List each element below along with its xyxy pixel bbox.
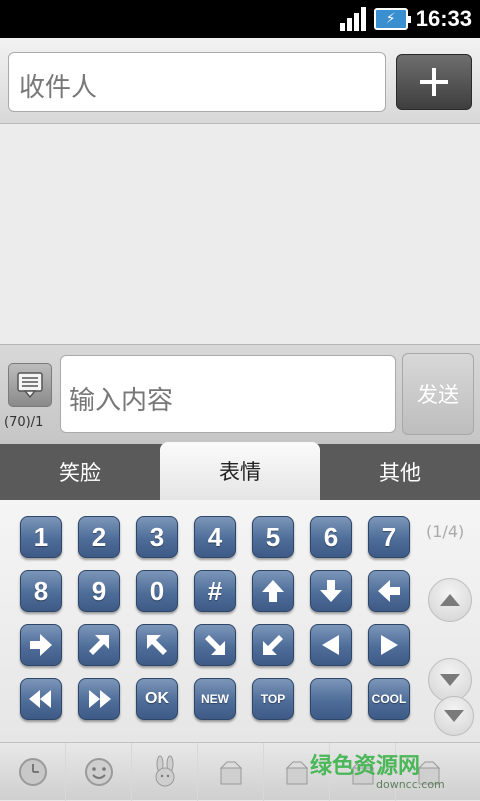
status-bar: ⚡ 16:33 — [0, 0, 480, 38]
clock-icon — [18, 758, 47, 786]
emoji-key-4[interactable]: 4 — [194, 516, 236, 558]
emoji-panel: (1/4) 1 2 3 4 5 6 7 8 9 0 # OK NEW TOP C… — [0, 500, 480, 742]
triangle-left-icon — [322, 635, 339, 655]
fast-forward-icon — [89, 690, 111, 708]
emoji-key-arrow-up-left[interactable] — [136, 624, 178, 666]
box-icon — [219, 761, 242, 785]
signal-icon — [339, 7, 366, 31]
watermark-url: downcc.com — [376, 778, 445, 791]
tab-emoticons[interactable]: 表情 — [160, 442, 320, 500]
emoji-key-top[interactable]: TOP — [252, 678, 294, 720]
tab-other[interactable]: 其他 — [320, 444, 480, 500]
watermark-title: 绿色资源网 — [310, 754, 421, 779]
emoji-key-new[interactable]: NEW — [194, 678, 236, 720]
emoji-key-9[interactable]: 9 — [78, 570, 120, 612]
smiley-icon — [84, 758, 113, 786]
emoji-key-2[interactable]: 2 — [78, 516, 120, 558]
scroll-up-button[interactable] — [428, 578, 472, 622]
emoji-key-triangle-right[interactable] — [368, 624, 410, 666]
emoji-key-0[interactable]: 0 — [136, 570, 178, 612]
category-recent[interactable] — [0, 743, 66, 801]
rabbit-icon — [155, 755, 174, 787]
tab-smiley[interactable]: 笑脸 — [0, 444, 160, 500]
category-animal[interactable] — [132, 743, 198, 801]
emoji-key-rewind[interactable] — [20, 678, 62, 720]
emoji-key-arrow-right[interactable] — [20, 624, 62, 666]
emoji-key-ok[interactable]: OK — [136, 678, 178, 720]
arrow-left-icon — [378, 580, 400, 602]
emoji-key-arrow-down-left[interactable] — [252, 624, 294, 666]
rewind-icon — [29, 690, 51, 708]
emoji-key-5[interactable]: 5 — [252, 516, 294, 558]
recipient-input[interactable]: 收件人 — [8, 52, 386, 112]
emoji-key-triangle-left[interactable] — [310, 624, 352, 666]
emoji-key-hash[interactable]: # — [194, 570, 236, 612]
emoji-key-7[interactable]: 7 — [368, 516, 410, 558]
emoji-key-arrow-down-right[interactable] — [194, 624, 236, 666]
emoji-key-6[interactable]: 6 — [310, 516, 352, 558]
character-counter: (70)/1 — [4, 415, 44, 430]
chevron-down-icon — [440, 674, 460, 686]
emoji-key-3[interactable]: 3 — [136, 516, 178, 558]
arrow-down-left-icon — [263, 635, 283, 655]
compose-bar: (70)/1 输入内容 发送 — [0, 344, 480, 444]
chevron-down-icon — [444, 710, 464, 722]
message-input[interactable]: 输入内容 — [60, 355, 396, 433]
recipient-bar: 收件人 — [0, 38, 480, 124]
emoji-key-arrow-up-right[interactable] — [78, 624, 120, 666]
speech-bubble-icon — [17, 372, 43, 399]
emoji-category-tabs: 笑脸 表情 其他 — [0, 442, 480, 500]
arrow-up-left-icon — [147, 635, 167, 655]
arrow-down-icon — [320, 580, 342, 602]
emoji-key-1[interactable]: 1 — [20, 516, 62, 558]
arrow-up-right-icon — [89, 635, 109, 655]
watermark: 绿色资源网 downcc.com — [310, 748, 476, 796]
emoji-panel-toggle-button[interactable] — [8, 363, 52, 407]
emoji-key-arrow-down[interactable] — [310, 570, 352, 612]
arrow-up-icon — [262, 580, 284, 602]
battery-charging-icon: ⚡ — [373, 8, 411, 30]
chevron-up-icon — [440, 594, 460, 606]
send-button[interactable]: 发送 — [402, 353, 474, 435]
arrow-right-icon — [30, 634, 52, 656]
page-indicator: (1/4) — [426, 522, 465, 541]
status-time: 16:33 — [415, 6, 472, 31]
emoji-key-arrow-up[interactable] — [252, 570, 294, 612]
plus-icon — [420, 68, 448, 96]
category-smiley[interactable] — [66, 743, 132, 801]
triangle-right-icon — [381, 635, 398, 655]
scroll-down-button-secondary[interactable] — [434, 696, 474, 736]
add-recipient-button[interactable] — [396, 54, 472, 110]
arrow-down-right-icon — [205, 635, 225, 655]
category-object-1[interactable] — [198, 743, 264, 801]
message-thread-area — [0, 124, 480, 344]
emoji-key-cool[interactable]: COOL — [368, 678, 410, 720]
emoji-key-arrow-left[interactable] — [368, 570, 410, 612]
emoji-key-8[interactable]: 8 — [20, 570, 62, 612]
emoji-key-fast-forward[interactable] — [78, 678, 120, 720]
emoji-key-blank[interactable] — [310, 678, 352, 720]
